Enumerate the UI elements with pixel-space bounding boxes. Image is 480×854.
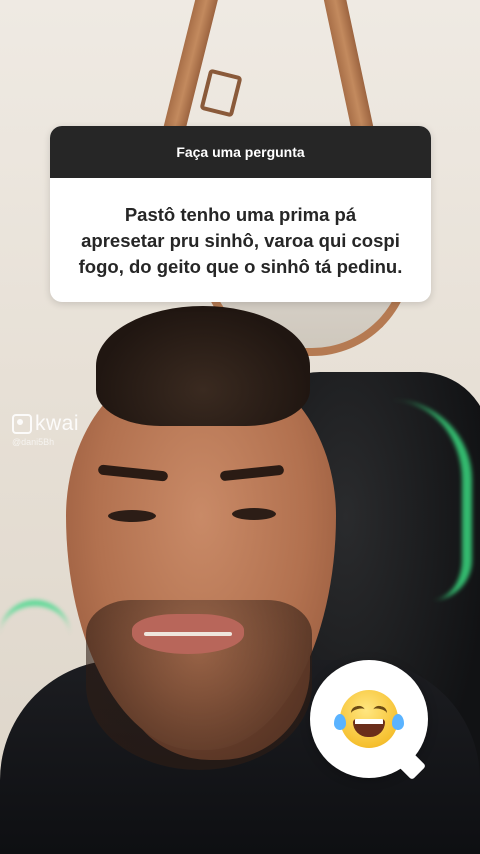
emoji-tear-right [392,714,404,730]
question-line: Pastô tenho uma prima pá [124,204,357,225]
right-eye [232,508,276,520]
emoji-eye-right [371,704,389,719]
watermark-handle: @dani5Bh [12,437,55,447]
kwai-watermark: kwai @dani5Bh [12,412,79,447]
reaction-sticker[interactable] [310,660,428,778]
question-sticker-header: Faça uma pergunta [50,126,431,178]
person-hair [96,306,310,426]
left-eye [108,510,156,522]
kwai-logo: kwai [12,412,79,436]
emoji-mouth [353,719,385,737]
emoji-eye-left [349,704,367,719]
face-with-tears-of-joy-icon [334,690,404,748]
question-line: fogo, do geito que o sinhô tá pedinu. [78,256,403,277]
question-line: apresetar pru sinhô, varoa qui cospi [81,230,400,251]
kwai-logo-icon [12,414,32,434]
emoji-tear-left [334,714,346,730]
question-sticker-text: Pastô tenho uma prima pá apresetar pru s… [50,178,431,280]
person-mouth [132,614,244,654]
kwai-brand-text: kwai [35,412,80,435]
question-sticker[interactable]: Faça uma pergunta Pastô tenho uma prima … [50,126,431,302]
